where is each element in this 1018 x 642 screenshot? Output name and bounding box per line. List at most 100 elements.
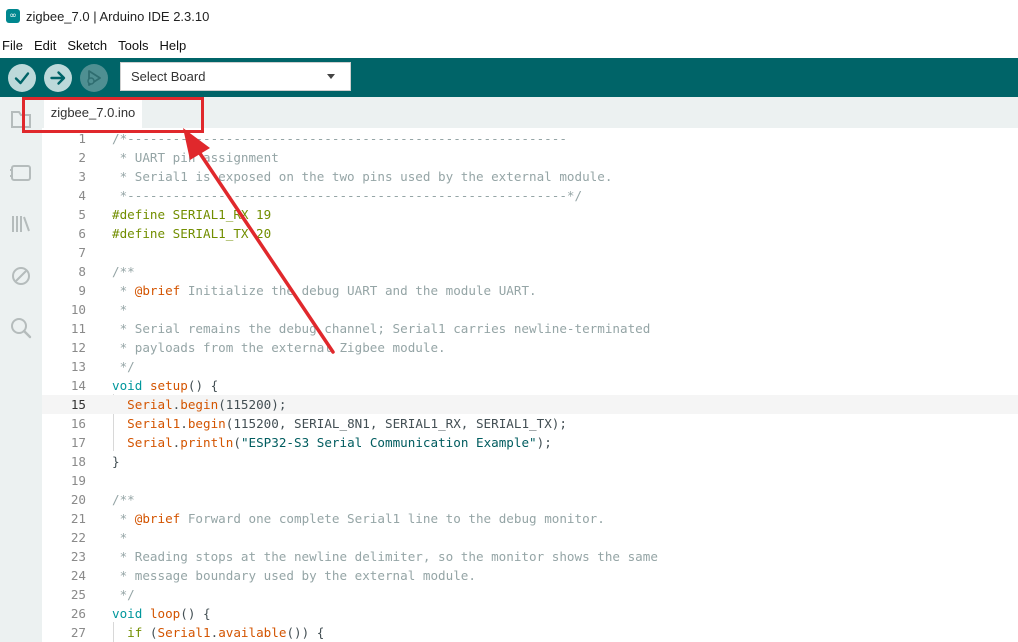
code-token: ()) { — [286, 625, 325, 640]
code-line[interactable]: 14 void setup() { — [42, 376, 1018, 395]
code-token: * Reading stops at the newline delimiter… — [112, 549, 658, 564]
code-line[interactable]: 24 * message boundary used by the extern… — [42, 566, 1018, 585]
code-token: begin — [187, 416, 226, 431]
code-token: () { — [180, 606, 211, 621]
code-line[interactable]: 9 * @brief Initialize the debug UART and… — [42, 281, 1018, 300]
tab-label: zigbee_7.0.ino — [50, 105, 136, 120]
code-token: "ESP32-S3 Serial Communication Example" — [240, 435, 537, 450]
line-number: 2 — [78, 150, 86, 165]
code-token: */ — [112, 359, 135, 374]
code-token: * Serial1 is exposed on the two pins use… — [112, 169, 613, 184]
debug-ban-icon[interactable] — [7, 262, 35, 290]
line-number: 25 — [70, 587, 86, 602]
code-token: @brief — [134, 511, 181, 526]
left-sidebar — [0, 97, 42, 642]
line-source: * Serial1 is exposed on the two pins use… — [112, 167, 613, 186]
code-token: ( — [233, 435, 241, 450]
code-line[interactable]: 22 * — [42, 528, 1018, 547]
debug-button[interactable] — [80, 64, 108, 92]
line-number: 1 — [78, 131, 86, 146]
code-line[interactable]: 26 void loop() { — [42, 604, 1018, 623]
line-number: 18 — [70, 454, 86, 469]
code-token: #define SERIAL1_TX 20 — [112, 226, 272, 241]
code-line[interactable]: 11 * Serial remains the debug channel; S… — [42, 319, 1018, 338]
line-number: 14 — [70, 378, 86, 393]
upload-button[interactable] — [44, 64, 72, 92]
code-line[interactable]: 2 * UART pin assignment — [42, 148, 1018, 167]
code-line[interactable]: 17 Serial.println("ESP32-S3 Serial Commu… — [42, 433, 1018, 452]
menu-help[interactable]: Help — [156, 38, 189, 53]
line-source: * message boundary used by the external … — [112, 566, 476, 585]
line-source: /** — [112, 490, 135, 509]
code-line[interactable]: 21 * @brief Forward one complete Serial1… — [42, 509, 1018, 528]
code-token: println — [180, 435, 234, 450]
toolbar: Select Board — [0, 58, 1018, 97]
arduino-infinity-icon: ∞ — [6, 9, 20, 23]
chevron-down-icon — [327, 74, 335, 79]
code-token: } — [112, 454, 120, 469]
window-title: zigbee_7.0 | Arduino IDE 2.3.10 — [26, 8, 210, 24]
line-number: 26 — [70, 606, 86, 621]
line-number: 17 — [70, 435, 86, 450]
code-token: void — [112, 606, 143, 621]
code-line[interactable]: 4 *-------------------------------------… — [42, 186, 1018, 205]
menu-tools[interactable]: Tools — [115, 38, 151, 53]
code-line[interactable]: 8 /** — [42, 262, 1018, 281]
board-select[interactable]: Select Board — [120, 62, 351, 91]
code-token: loop — [149, 606, 181, 621]
code-line[interactable]: 25 */ — [42, 585, 1018, 604]
code-line[interactable]: 13 */ — [42, 357, 1018, 376]
code-line[interactable]: 12 * payloads from the external Zigbee m… — [42, 338, 1018, 357]
board-select-label: Select Board — [131, 69, 206, 84]
code-token: Serial1 — [157, 625, 211, 640]
code-token: */ — [112, 587, 135, 602]
code-editor[interactable]: 1 /*-------------------------------------… — [42, 128, 1018, 642]
code-line[interactable]: 7 — [42, 243, 1018, 262]
line-number: 13 — [70, 359, 86, 374]
library-icon[interactable] — [7, 210, 35, 238]
menu-edit[interactable]: Edit — [31, 38, 59, 53]
board-manager-icon[interactable] — [7, 159, 35, 187]
debugger-icon — [87, 70, 101, 86]
line-source: * payloads from the external Zigbee modu… — [112, 338, 446, 357]
line-number: 20 — [70, 492, 86, 507]
line-source: * UART pin assignment — [112, 148, 279, 167]
menu-sketch[interactable]: Sketch — [64, 38, 110, 53]
code-line[interactable]: 3 * Serial1 is exposed on the two pins u… — [42, 167, 1018, 186]
code-token: * — [112, 530, 128, 545]
line-number: 6 — [78, 226, 86, 241]
code-line[interactable]: 16 Serial1.begin(115200, SERIAL_8N1, SER… — [42, 414, 1018, 433]
code-token: Initialize the debug UART and the module… — [180, 283, 537, 298]
line-source: * @brief Initialize the debug UART and t… — [112, 281, 537, 300]
code-line[interactable]: 23 * Reading stops at the newline delimi… — [42, 547, 1018, 566]
code-line[interactable]: 6 #define SERIAL1_TX 20 — [42, 224, 1018, 243]
code-token: * — [112, 302, 128, 317]
title-bar: ∞ zigbee_7.0 | Arduino IDE 2.3.10 — [0, 0, 1018, 32]
tab-zigbee-ino[interactable]: zigbee_7.0.ino — [44, 97, 142, 128]
code-line[interactable]: 15 Serial.begin(115200); — [42, 395, 1018, 414]
code-token: (115200, SERIAL_8N1, SERIAL1_RX, SERIAL1… — [225, 416, 567, 431]
line-number: 15 — [70, 397, 86, 412]
search-icon[interactable] — [7, 314, 35, 342]
line-number: 3 — [78, 169, 86, 184]
verify-button[interactable] — [8, 64, 36, 92]
folder-icon[interactable] — [7, 105, 35, 133]
code-token: /** — [112, 264, 135, 279]
line-source: /*--------------------------------------… — [112, 129, 567, 148]
checkmark-icon — [14, 72, 30, 85]
code-line[interactable]: 27 if (Serial1.available()) { — [42, 623, 1018, 642]
code-line[interactable]: 18} — [42, 452, 1018, 471]
code-line[interactable]: 20 /** — [42, 490, 1018, 509]
line-number: 7 — [78, 245, 86, 260]
menu-file[interactable]: File — [0, 38, 26, 53]
code-line[interactable]: 19 — [42, 471, 1018, 490]
code-line[interactable]: 10 * — [42, 300, 1018, 319]
code-line[interactable]: 1 /*-------------------------------------… — [42, 129, 1018, 148]
code-line[interactable]: 5 #define SERIAL1_RX 19 — [42, 205, 1018, 224]
code-token: Serial1 — [127, 416, 181, 431]
line-number: 4 — [78, 188, 86, 203]
line-number: 27 — [70, 625, 86, 640]
